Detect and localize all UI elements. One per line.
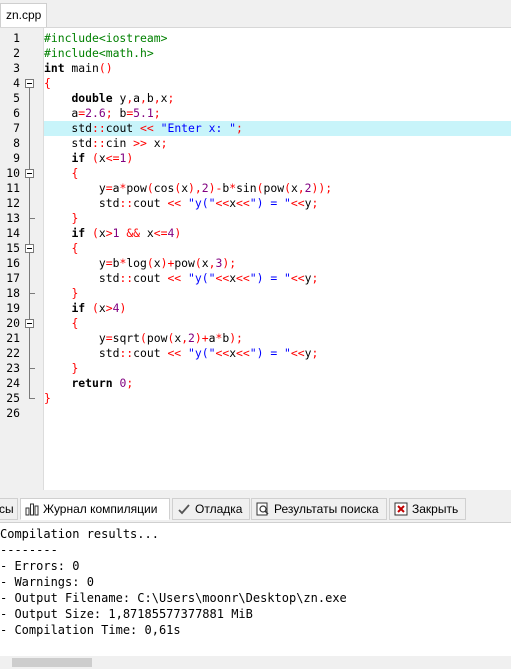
- code-line[interactable]: }: [44, 361, 511, 376]
- code-line[interactable]: #include<iostream>: [44, 31, 511, 46]
- bottom-panel-tabs: сы Журнал компиляции Отладка Результаты …: [0, 496, 511, 521]
- tab-resources-label: сы: [0, 502, 14, 516]
- fold-toggle-icon[interactable]: [25, 79, 34, 88]
- line-number: 9: [13, 151, 20, 165]
- scrollbar-thumb[interactable]: [12, 658, 92, 667]
- line-number: 7: [13, 121, 20, 135]
- code-line[interactable]: {: [44, 241, 511, 256]
- code-area[interactable]: #include<iostream> #include<math.h> int ma…: [44, 28, 511, 490]
- file-tab-zn-cpp[interactable]: zn.cpp: [0, 3, 47, 27]
- editor-tab-bar: zn.cpp: [0, 0, 511, 28]
- code-line[interactable]: int main(): [44, 61, 511, 76]
- tab-close-label: Закрыть: [412, 502, 459, 516]
- code-line[interactable]: return 0;: [44, 376, 511, 391]
- tab-close[interactable]: Закрыть: [389, 498, 466, 520]
- code-line[interactable]: {: [44, 316, 511, 331]
- line-number: 6: [13, 106, 20, 120]
- line-number: 25: [6, 391, 20, 405]
- code-line[interactable]: if (x<=1): [44, 151, 511, 166]
- tab-compile-log-label: Журнал компиляции: [43, 502, 158, 516]
- line-number: 24: [6, 376, 20, 390]
- tab-compile-log[interactable]: Журнал компиляции: [20, 498, 170, 520]
- fold-range-line: [29, 328, 30, 398]
- tab-debug-label: Отладка: [195, 502, 243, 516]
- tab-search-results-label: Результаты поиска: [274, 502, 379, 516]
- code-line[interactable]: if (x>1 && x<=4): [44, 226, 511, 241]
- line-number: 23: [6, 361, 20, 375]
- code-line[interactable]: y=a*pow(cos(x),2)-b*sin(pow(x,2));: [44, 181, 511, 196]
- line-number: 14: [6, 226, 20, 240]
- code-line[interactable]: if (x>4): [44, 301, 511, 316]
- tab-resources[interactable]: сы: [0, 498, 18, 520]
- code-line[interactable]: }: [44, 286, 511, 301]
- output-line: - Errors: 0: [0, 559, 80, 573]
- line-number: 26: [6, 406, 20, 420]
- tab-debug[interactable]: Отладка: [172, 498, 250, 520]
- code-line[interactable]: std::cin >> x;: [44, 136, 511, 151]
- line-number: 21: [6, 331, 20, 345]
- output-line: Compilation results...: [0, 527, 159, 541]
- code-line[interactable]: [44, 406, 511, 421]
- code-line[interactable]: #include<math.h>: [44, 46, 511, 61]
- line-number-gutter: 1 2 3 4 5 6 7 8 9 10 11 12 13 14 15 16 17 18 19 20 21 22 23 24 2…: [0, 28, 44, 490]
- code-line[interactable]: std::cout << "y("<<x<<") = "<<y;: [44, 346, 511, 361]
- fold-end-marker: [29, 398, 35, 399]
- line-number: 2: [13, 46, 20, 60]
- line-number: 19: [6, 301, 20, 315]
- line-number: 11: [6, 181, 20, 195]
- fold-toggle-icon[interactable]: [25, 169, 34, 178]
- output-line: - Warnings: 0: [0, 575, 94, 589]
- line-number: 18: [6, 286, 20, 300]
- code-line[interactable]: y=b*log(x)+pow(x,3);: [44, 256, 511, 271]
- compile-log-output[interactable]: Compilation results... -------- - Errors: …: [0, 522, 511, 656]
- code-line[interactable]: {: [44, 76, 511, 91]
- output-line: --------: [0, 543, 58, 557]
- line-number: 8: [13, 136, 20, 150]
- line-number: 20: [6, 316, 20, 330]
- code-line[interactable]: }: [44, 391, 511, 406]
- code-line[interactable]: std::cout << "y("<<x<<") = "<<y;: [44, 196, 511, 211]
- checkmark-icon: [178, 504, 190, 515]
- close-box-icon: [394, 502, 408, 516]
- code-line[interactable]: std::cout << "Enter x: ";: [44, 121, 511, 136]
- code-line[interactable]: std::cout << "y("<<x<<") = "<<y;: [44, 271, 511, 286]
- line-number: 1: [13, 31, 20, 45]
- code-line[interactable]: double y,a,b,x;: [44, 91, 511, 106]
- line-number: 12: [6, 196, 20, 210]
- line-number: 15: [6, 241, 20, 255]
- horizontal-scrollbar[interactable]: [0, 656, 511, 669]
- code-line[interactable]: {: [44, 166, 511, 181]
- search-document-icon: [256, 502, 269, 516]
- line-number: 13: [6, 211, 20, 225]
- code-line[interactable]: }: [44, 211, 511, 226]
- fold-toggle-icon[interactable]: [25, 319, 34, 328]
- line-number: 10: [6, 166, 20, 180]
- tab-search-results[interactable]: Результаты поиска: [251, 498, 387, 520]
- line-number: 17: [6, 271, 20, 285]
- line-number: 5: [13, 91, 20, 105]
- code-line[interactable]: a=2.6; b=5.1;: [44, 106, 511, 121]
- code-line[interactable]: y=sqrt(pow(x,2)+a*b);: [44, 331, 511, 346]
- output-line: - Output Size: 1,87185577377881 MiB: [0, 607, 253, 621]
- fold-toggle-icon[interactable]: [25, 244, 34, 253]
- line-number: 4: [13, 76, 20, 90]
- line-number: 16: [6, 256, 20, 270]
- output-line: - Compilation Time: 0,61s: [0, 623, 181, 637]
- line-number: 22: [6, 346, 20, 360]
- bar-chart-icon: [25, 503, 39, 516]
- code-editor[interactable]: 1 2 3 4 5 6 7 8 9 10 11 12 13 14 15 16 17 18 19 20 21 22 23 24 2…: [0, 28, 511, 490]
- output-line: - Output Filename: C:\Users\moonr\Deskto…: [0, 591, 347, 605]
- line-number: 3: [13, 61, 20, 75]
